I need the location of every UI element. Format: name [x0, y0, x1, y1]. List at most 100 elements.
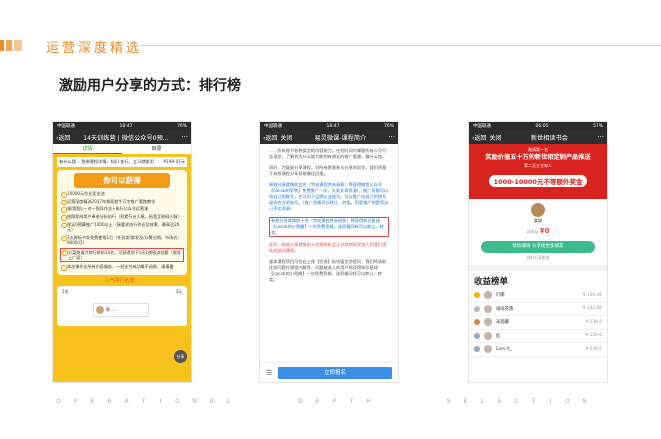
leaderboard-row: 闹闹花落 ¥ 142.56 [469, 303, 607, 316]
nav-title: 14天训练营 | 微信公众号0预... [83, 134, 169, 142]
signup-button[interactable]: 立即报名 [278, 366, 392, 379]
popularity-rank-title: 人气排行名单： [104, 277, 140, 284]
slide-header-title: 运营深度精选 [46, 41, 143, 56]
status-time: 18:47 [119, 123, 133, 129]
paragraph: 同时，为鼓励分享课程，对所有愿意参与分享的同学，我们将基于有效课程分享获取最佳回… [269, 165, 387, 176]
list-item: 课用团队一对一指导作业+执行公众号运营课 [60, 206, 184, 214]
benefits-list: 10000元作业奖金池 运营深度精选2017年独家超牛万字推广套路教学 课用团队… [60, 191, 184, 272]
nav-bar: ‹返回 关闭 易灵微课-课程简介 ··· [260, 130, 398, 144]
close-button[interactable]: 关闭 [280, 133, 292, 142]
share-more-button[interactable]: 继续赚钱 分享给更多朋友 [481, 241, 595, 253]
footer-word-depth: DEPTH [298, 398, 371, 405]
earnings-leaderboard: 叮嘟 ¥ 150.46 闹闹花落 ¥ 142.56 米酒藏 ¥ 139.6 彭 ¥ 139.6… [469, 289, 607, 357]
phone-screenshot-training-camp: 中国联通 18:47 76% ‹返回 14天训练营 | 微信公众号0预... ·… [52, 121, 192, 383]
leaderboard-name: Lam.X_ [496, 346, 512, 352]
list-item: 保证0预算推广1000以上（接要求执行作业及效果，最高达20元） [60, 222, 184, 233]
tab-bar: 详情 目录 [53, 144, 191, 154]
paragraph-reward-top10: 有效分享就像前十名（完成课程并未退款）将获得知识星球【cacob的小密圈】一年免… [269, 217, 389, 237]
leaderboard-amount: ¥ 142.56 [582, 306, 602, 312]
more-icon[interactable]: ··· [181, 133, 188, 141]
benefits-title: 你可以获得 [74, 173, 170, 188]
leaderboard-amount: ¥ 139.6 [585, 319, 602, 325]
user-name: 姜颖 [534, 218, 542, 223]
list-item: 运营深度精选2017年独家超牛万字推广套路教学 [60, 199, 184, 206]
earnings-leaderboard-title: 收益榜单 [474, 277, 509, 287]
medal-icon [474, 292, 480, 299]
course-summary: 有什么我… 我带课程详情，知识·执行，立马就能用 ¥199.01元 [57, 157, 187, 167]
share-fab-button[interactable]: 分享 [174, 350, 187, 363]
leaderboard-name: 米酒藏 [496, 320, 509, 326]
status-bar: 中国联通 06:05 57% [469, 122, 607, 130]
phone-screenshot-course-intro: 中国联通 18:47 76% ‹返回 关闭 易灵微课-课程简介 ··· ……所有… [259, 121, 399, 383]
carrier-label: 中国联通 [473, 124, 491, 129]
status-time: 18:47 [326, 123, 340, 129]
header-accent-bar [14, 40, 22, 51]
leaderboard-amount: ¥ 139.6 [585, 333, 602, 339]
banner-top-label: 邀请第一名 [528, 147, 548, 152]
rank-user-card: 陈…… [93, 302, 149, 317]
back-button[interactable]: ‹返回 [263, 133, 277, 142]
status-time: 06:05 [535, 123, 549, 129]
more-icon[interactable]: ··· [597, 133, 604, 141]
battery-label: 76% [176, 123, 187, 129]
battery-label: 76% [383, 123, 394, 129]
list-item: 10000元作业奖金池 [60, 191, 184, 199]
earnings-value: ¥0 [539, 227, 550, 235]
leaderboard-row: 米酒藏 ¥ 139.6 [469, 316, 607, 330]
benefits-card: 你可以获得 10000元作业奖金池 运营深度精选2017年独家超牛万字推广套路教… [57, 170, 187, 275]
user-earnings: 姜颖 总收益 ¥0 [469, 199, 607, 235]
avatar [531, 203, 545, 217]
phone-screenshot-reading-club: 中国联通 06:05 57% ‹返回 关闭 新世相读书会 ··· 邀请第一名 奖… [468, 121, 608, 383]
status-bar: 中国联通 18:47 76% [53, 122, 191, 130]
tab-details[interactable]: 详情 [53, 144, 122, 154]
carrier-label: 中国联通 [264, 124, 282, 129]
back-button[interactable]: ‹返回 [56, 133, 70, 142]
paragraph: ……所有账号各种类型的内容能力，在短时间内掌握所有公号行业现状，了解到为什么能力… [269, 148, 387, 159]
back-button[interactable]: ‹返回 [472, 133, 486, 142]
header-accent-bar [0, 40, 4, 51]
header-accent-bar [6, 40, 12, 51]
avatar [96, 305, 104, 314]
course-detail-body: 有什么我… 我带课程详情，知识·执行，立马就能用 ¥199.01元 你可以获得 … [53, 154, 191, 382]
nav-title: 易灵微课-课程简介 [314, 134, 367, 142]
banner-bonus-pill: 1000-10000元不等额外奖金 [488, 175, 588, 187]
list-item: 按照案例用户奉参分析执行（积累行业人脉，拓宽互联网人脉） [60, 214, 184, 222]
medal-icon [474, 305, 480, 312]
leaderboard-row: 彭 ¥ 139.6 [469, 330, 607, 343]
list-item-highlighted: 公菜邀请力排行榜前10名，可获得领下1天1夜密训名额（限北上广深） [60, 248, 184, 262]
leaderboard-row: 叮嘟 ¥ 150.46 [469, 289, 607, 303]
banner-subline: 第二至五名每人 [524, 163, 552, 168]
nav-title: 新世相读书会 [530, 134, 568, 142]
my-earnings-link[interactable]: 我的分享收益 [469, 255, 607, 261]
leaderboard-name: 彭 [496, 333, 501, 339]
leaderboard-row: Lam.X_ ¥ 139.6 [469, 343, 607, 357]
avatar [484, 318, 492, 327]
rank-row: 1名 3元 [62, 288, 182, 294]
paragraph-reward-top5: 有效分享就像前五名（完成课程并未退款）将获得微信公众号【cacob的学院】免费推… [269, 182, 389, 211]
medal-icon [474, 319, 480, 326]
avatar [484, 331, 492, 340]
paragraph-team-invite: 此外，有效分享就像前十名将有机会认识其他同学加入到我们团队的顾问课程。 [269, 242, 387, 253]
tab-catalog[interactable]: 目录 [122, 144, 191, 154]
avatar [484, 291, 492, 300]
battery-label: 57% [592, 123, 603, 129]
leaderboard-name: 闹闹花落 [496, 306, 514, 312]
more-icon[interactable]: ··· [388, 133, 395, 141]
close-button[interactable]: 关闭 [489, 133, 501, 142]
menu-icon[interactable]: ☰ [266, 369, 272, 377]
avatar [484, 345, 492, 354]
leaderboard-amount: ¥ 139.6 [585, 346, 602, 352]
status-bar: 中国联通 18:47 76% [260, 122, 398, 130]
slide-subtitle: 激励用户分享的方式：排行榜 [59, 78, 241, 94]
medal-icon [474, 332, 480, 339]
avatar [484, 304, 492, 313]
list-item: 本次课作业所有内容服务，一经支付成功概不退款，请慎重 [60, 264, 184, 272]
reward-banner: 邀请第一名 奖励价值五十万的新世相定制产品推送 第二至五名每人 1000-100… [469, 144, 607, 199]
footer-word-operational: OPERATIONAL [56, 398, 231, 405]
header-divider [140, 45, 661, 46]
banner-headline: 奖励价值五十万的新世相定制产品推送 [485, 154, 591, 161]
earnings-label: 总收益 ¥0 [526, 227, 550, 235]
nav-bar: ‹返回 14天训练营 | 微信公众号0预... ··· [53, 130, 191, 144]
medal-icon [474, 346, 480, 353]
footer-word-selection: SELECTION [446, 398, 587, 405]
